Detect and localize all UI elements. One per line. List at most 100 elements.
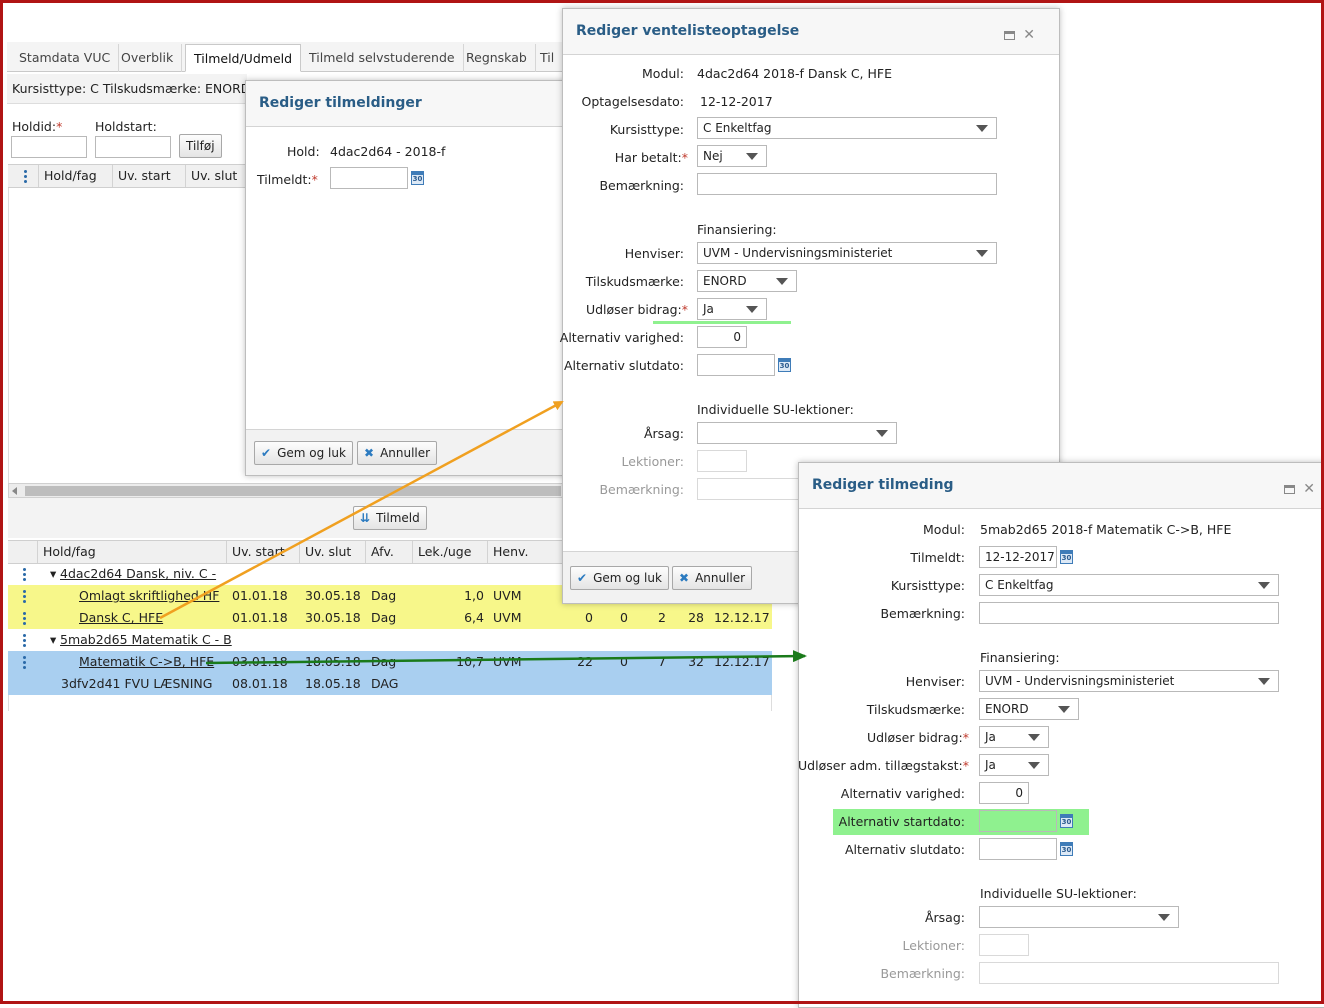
row-menu-icon[interactable] bbox=[24, 170, 28, 185]
column-afv[interactable]: Afv. bbox=[365, 541, 412, 563]
udloser-bidrag-label: Udløser bidrag:* bbox=[585, 302, 688, 317]
close-icon[interactable]: ✕ bbox=[1303, 481, 1315, 497]
tilskudsmaerke-select[interactable]: ENORD bbox=[979, 698, 1079, 720]
tilskudsmaerke-select[interactable]: ENORD bbox=[697, 270, 797, 292]
alt-varighed-input[interactable]: 0 bbox=[979, 782, 1029, 804]
tab-tilmeld-udmeld[interactable]: Tilmeld/Udmeld bbox=[185, 44, 302, 72]
henviser-label: Henviser: bbox=[905, 674, 965, 689]
calendar-icon[interactable]: 30 bbox=[1060, 550, 1073, 564]
tilmeldt-input[interactable]: 12-12-2017 bbox=[979, 546, 1057, 568]
calendar-icon[interactable]: 30 bbox=[1060, 814, 1073, 828]
tab-til[interactable]: Til bbox=[532, 44, 564, 72]
course-link[interactable]: Omlagt skriftlighed HF bbox=[79, 585, 219, 607]
column-uv-start[interactable]: Uv. start bbox=[112, 165, 187, 187]
calendar-icon[interactable]: 30 bbox=[411, 171, 424, 185]
holdstart-input[interactable] bbox=[95, 136, 171, 158]
group-row[interactable]: ▾ 5mab2d65 Matematik C - B bbox=[8, 629, 772, 651]
tab-stamdata[interactable]: Stamdata VUC bbox=[11, 44, 120, 72]
tab-overblik[interactable]: Overblik bbox=[113, 44, 183, 72]
finansiering-heading: Finansiering: bbox=[697, 222, 777, 237]
count-cell: 28 bbox=[688, 610, 704, 625]
dropdown-arrow-icon bbox=[1258, 678, 1270, 685]
alt-varighed-input[interactable]: 0 bbox=[697, 326, 747, 348]
holdid-input[interactable] bbox=[11, 136, 87, 158]
table-row[interactable]: Matematik C->B, HFE 03.01.18 18.05.18 Da… bbox=[8, 651, 772, 673]
column-hold-fag[interactable]: Hold/fag bbox=[37, 541, 227, 563]
udloser-bidrag-select[interactable]: Ja bbox=[979, 726, 1049, 748]
aarsag-select[interactable] bbox=[979, 906, 1179, 928]
maximize-icon[interactable] bbox=[1004, 30, 1016, 40]
course-link[interactable]: Dansk C, HFE bbox=[79, 607, 163, 629]
aarsag-select[interactable] bbox=[697, 422, 897, 444]
dropdown-arrow-icon bbox=[746, 306, 758, 313]
column-lek-uge[interactable]: Lek./uge bbox=[412, 541, 488, 563]
su-heading: Individuelle SU-lektioner: bbox=[980, 886, 1137, 901]
row-menu-icon[interactable] bbox=[23, 612, 27, 627]
dialog-footer: ✔ Gem og luk ✖ Annuller bbox=[246, 429, 574, 475]
horizontal-scrollbar[interactable] bbox=[8, 483, 564, 498]
save-button[interactable]: ✔ Gem og luk bbox=[254, 441, 353, 465]
har-betalt-select[interactable]: Nej bbox=[697, 145, 767, 167]
alt-slutdato-input[interactable] bbox=[697, 354, 775, 376]
lektioner-input bbox=[697, 450, 747, 472]
count-cell: 0 bbox=[585, 610, 593, 625]
cancel-button[interactable]: ✖ Annuller bbox=[357, 441, 438, 465]
tab-tilmeld-selvstuderende[interactable]: Tilmeld selvstuderende bbox=[301, 44, 464, 72]
alt-slutdato-input[interactable] bbox=[979, 838, 1057, 860]
tab-regnskab[interactable]: Regnskab bbox=[458, 44, 536, 72]
maximize-icon[interactable] bbox=[1284, 484, 1296, 494]
modul-value: 4dac2d64 2018-f Dansk C, HFE bbox=[697, 66, 892, 81]
row-menu-icon[interactable] bbox=[23, 568, 27, 583]
cancel-button[interactable]: ✖ Annuller bbox=[672, 566, 753, 590]
group-label[interactable]: 5mab2d65 Matematik C - B bbox=[60, 629, 232, 651]
tilmeldt-label: Tilmeldt:* bbox=[257, 172, 318, 187]
count-cell: 32 bbox=[688, 654, 704, 669]
add-button[interactable]: Tilføj bbox=[179, 134, 222, 158]
column-uv-slut[interactable]: Uv. slut bbox=[185, 165, 246, 187]
henviser-select[interactable]: UVM - Undervisningsministeriet bbox=[697, 242, 997, 264]
row-menu-icon[interactable] bbox=[23, 656, 27, 671]
optagelsesdato-value: 12-12-2017 bbox=[700, 94, 773, 109]
tab-bar: Stamdata VUC Overblik Tilmeld/Udmeld Til… bbox=[7, 42, 567, 72]
calendar-icon[interactable]: 30 bbox=[778, 358, 791, 372]
column-uv-slut[interactable]: Uv. slut bbox=[299, 541, 366, 563]
dialog-titlebar[interactable]: Rediger tilmeding ✕ bbox=[799, 463, 1324, 509]
alt-startdato-input[interactable] bbox=[979, 810, 1057, 832]
dropdown-arrow-icon bbox=[746, 153, 758, 160]
expand-triangle-icon[interactable]: ▾ bbox=[50, 629, 56, 651]
table-row[interactable]: Dansk C, HFE 01.01.18 30.05.18 Dag 6,4 U… bbox=[8, 607, 772, 629]
henviser-select[interactable]: UVM - Undervisningsministeriet bbox=[979, 670, 1279, 692]
column-henv[interactable]: Henv. bbox=[487, 541, 543, 563]
row-menu-icon[interactable] bbox=[23, 634, 27, 649]
group-label[interactable]: 4dac2d64 Dansk, niv. C - bbox=[60, 563, 216, 585]
dialog-titlebar[interactable]: Rediger ventelisteoptagelse ✕ bbox=[563, 9, 1059, 55]
scrollbar-thumb[interactable] bbox=[25, 486, 561, 496]
table-row[interactable]: 3dfv2d41 FVU LÆSNING 08.01.18 18.05.18 D… bbox=[8, 673, 772, 695]
course-label[interactable]: 3dfv2d41 FVU LÆSNING bbox=[61, 673, 212, 695]
tilmeldt-input[interactable] bbox=[330, 167, 408, 189]
afv-cell: DAG bbox=[371, 676, 399, 691]
close-icon[interactable]: ✕ bbox=[1023, 27, 1035, 43]
dialog-titlebar[interactable]: Rediger tilmeldinger bbox=[246, 81, 574, 127]
udloser-bidrag-select[interactable]: Ja bbox=[697, 298, 767, 320]
row-menu-icon[interactable] bbox=[23, 590, 27, 605]
bemaerkning-label: Bemærkning: bbox=[599, 178, 684, 193]
kursisttype-select[interactable]: C Enkeltfag bbox=[979, 574, 1279, 596]
calendar-icon[interactable]: 30 bbox=[1060, 842, 1073, 856]
scroll-left-icon[interactable] bbox=[12, 487, 17, 495]
course-link[interactable]: Matematik C->B, HFE bbox=[79, 651, 214, 673]
dropdown-arrow-icon bbox=[976, 250, 988, 257]
column-uv-start[interactable]: Uv. start bbox=[226, 541, 300, 563]
henv-cell: UVM bbox=[493, 654, 522, 669]
bemaerkning-input[interactable] bbox=[979, 602, 1279, 624]
column-hold-fag[interactable]: Hold/fag bbox=[38, 165, 113, 187]
bemaerkning-input[interactable] bbox=[697, 173, 997, 195]
kursisttype-select[interactable]: C Enkeltfag bbox=[697, 117, 997, 139]
dialog-title: Rediger tilmeldinger bbox=[259, 95, 422, 111]
tilmeld-button[interactable]: ⇊ Tilmeld bbox=[353, 506, 427, 530]
aarsag-label: Årsag: bbox=[924, 910, 965, 925]
udloser-adm-select[interactable]: Ja bbox=[979, 754, 1049, 776]
hold-label: Hold: bbox=[287, 144, 320, 159]
save-button[interactable]: ✔ Gem og luk bbox=[570, 566, 669, 590]
expand-triangle-icon[interactable]: ▾ bbox=[50, 563, 56, 585]
